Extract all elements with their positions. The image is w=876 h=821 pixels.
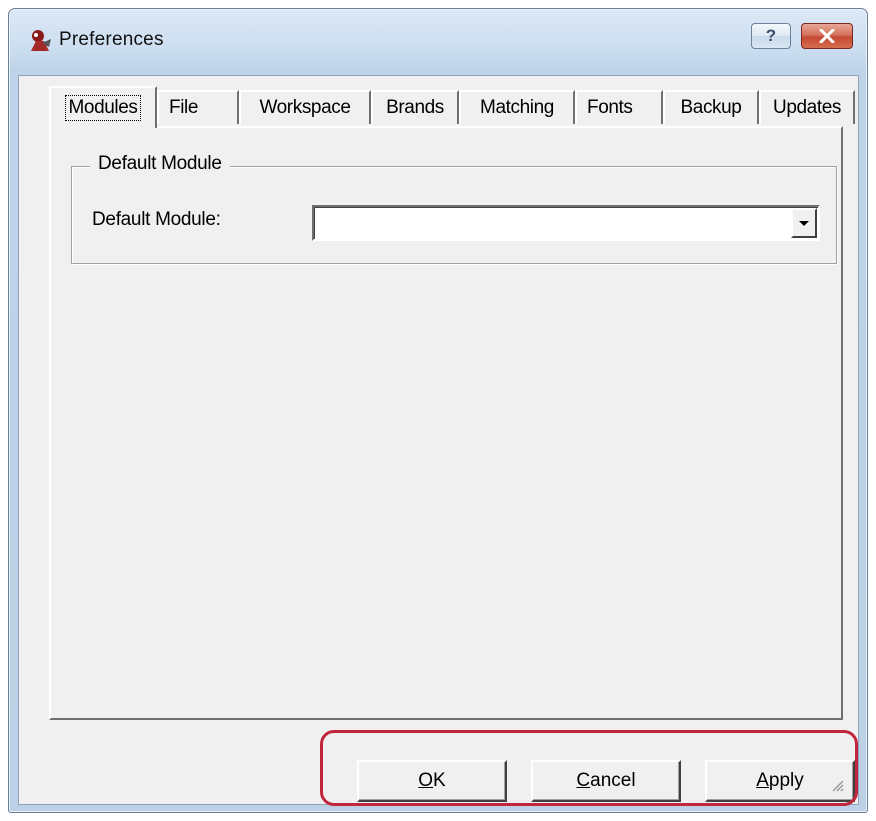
tab-fonts-label: Fonts — [587, 97, 633, 118]
default-module-combobox[interactable] — [312, 205, 820, 241]
ok-accelerator: O — [418, 770, 434, 791]
tab-brands-label: Brands — [386, 97, 444, 118]
help-button[interactable]: ? — [751, 23, 791, 49]
chevron-down-icon — [799, 220, 809, 226]
tab-file-label: File — [169, 97, 199, 118]
modules-tab-page: Default Module Default Module: — [49, 126, 843, 720]
help-icon: ? — [765, 26, 777, 45]
window-title: Preferences — [59, 29, 164, 50]
tab-fonts[interactable]: Fonts — [575, 90, 663, 124]
dialog-client-area: Modules File Workspace Brands Matching F… — [18, 75, 859, 805]
tab-workspace-label: Workspace — [259, 97, 351, 118]
preferences-window: Preferences ? Modules File Workspace Bra… — [8, 8, 868, 813]
title-bar[interactable]: Preferences ? — [9, 9, 867, 75]
apply-label: pply — [768, 770, 804, 791]
combobox-dropdown-button[interactable] — [791, 208, 817, 238]
apply-accelerator: A — [756, 770, 769, 791]
tab-matching[interactable]: Matching — [459, 90, 575, 124]
ok-label: K — [433, 770, 446, 791]
tab-matching-label: Matching — [480, 97, 554, 118]
tab-updates-label: Updates — [773, 97, 841, 118]
tab-file[interactable]: File — [157, 90, 239, 124]
app-icon — [31, 30, 51, 51]
tab-brands[interactable]: Brands — [371, 90, 459, 124]
tab-workspace[interactable]: Workspace — [239, 90, 371, 124]
resize-grip-icon[interactable] — [830, 778, 844, 792]
groupbox-title: Default Module — [90, 153, 230, 175]
cancel-label: ancel — [590, 770, 636, 791]
tab-modules-label: Modules — [65, 95, 141, 121]
tab-backup-label: Backup — [680, 97, 742, 118]
cancel-button[interactable]: Cancel — [531, 760, 681, 802]
close-button[interactable] — [801, 23, 853, 49]
tab-modules[interactable]: Modules — [49, 86, 157, 128]
default-module-groupbox: Default Module Default Module: — [71, 153, 837, 264]
default-module-label: Default Module: — [92, 209, 221, 230]
ok-button[interactable]: OK — [357, 760, 507, 802]
tab-backup[interactable]: Backup — [663, 90, 759, 124]
tab-updates[interactable]: Updates — [759, 90, 855, 124]
close-icon — [819, 29, 835, 43]
cancel-accelerator: C — [576, 770, 591, 791]
